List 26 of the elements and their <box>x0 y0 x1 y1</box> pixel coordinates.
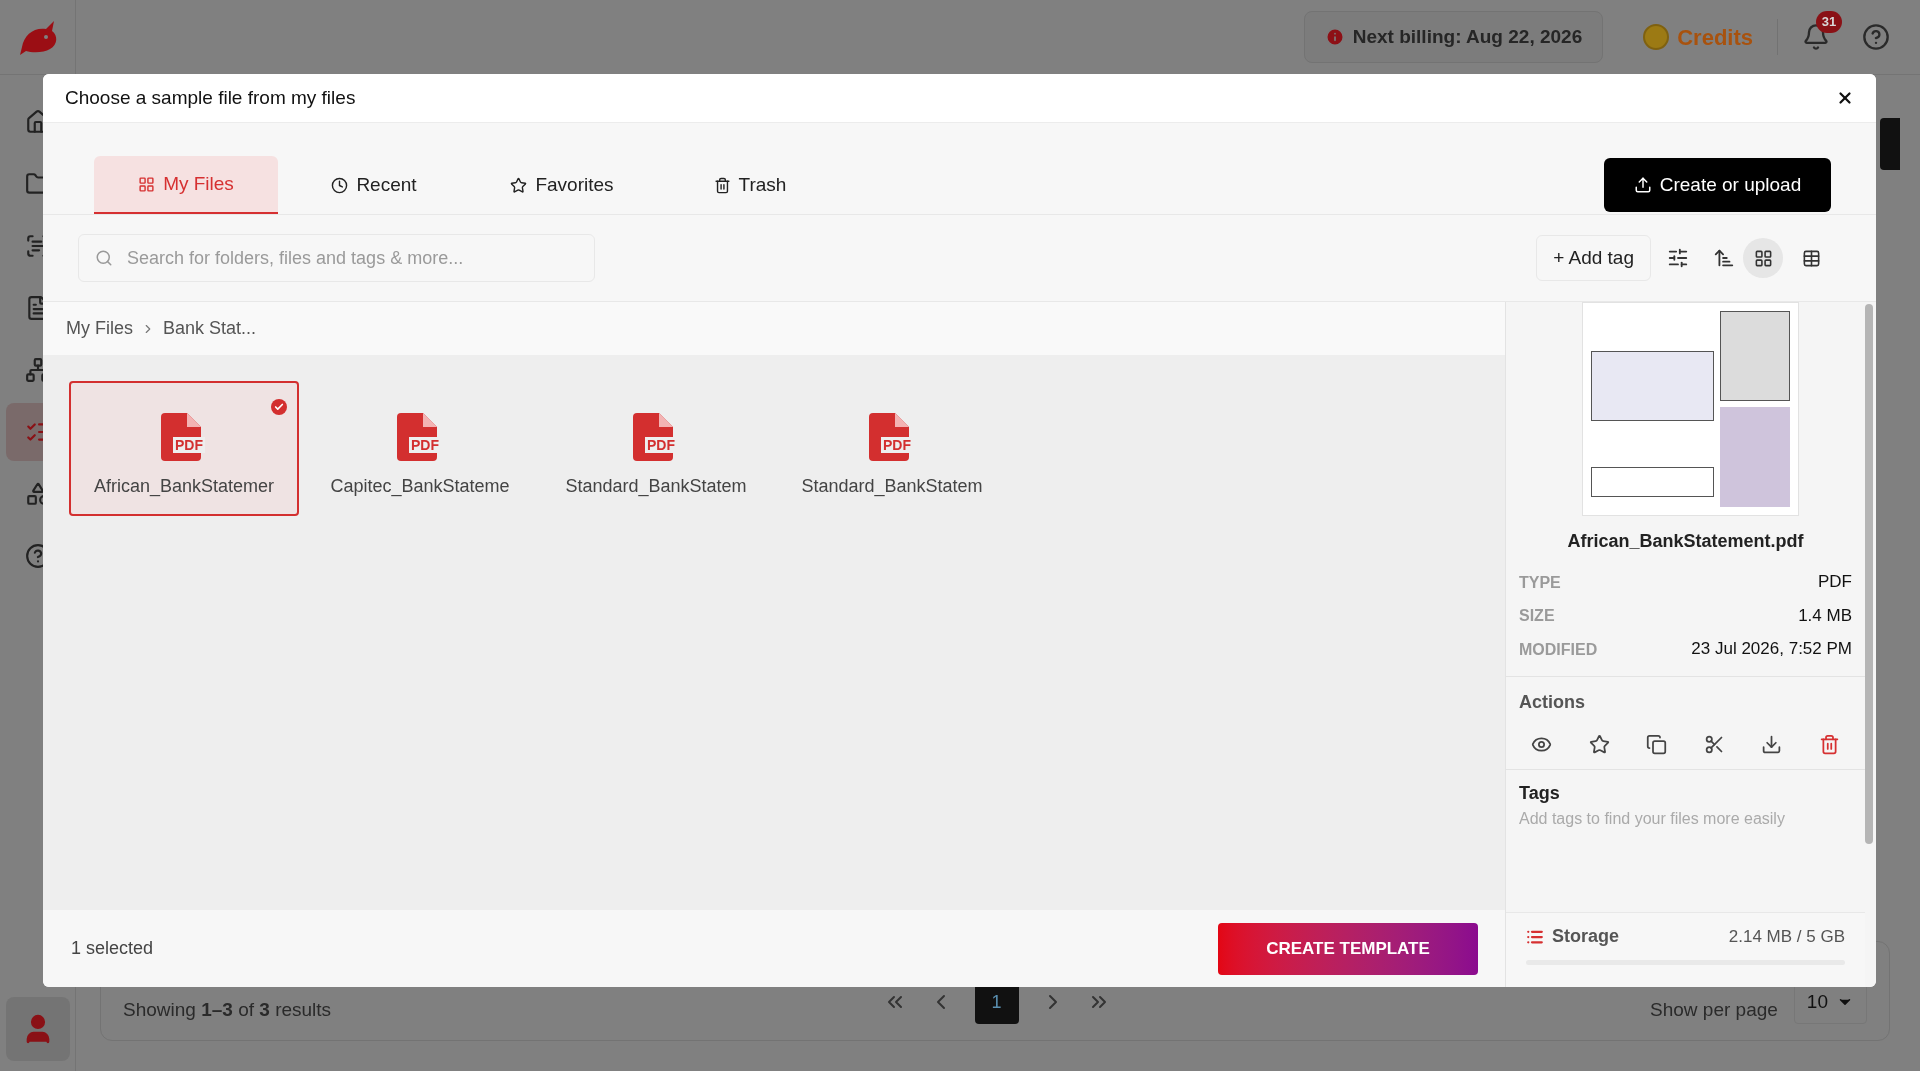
property-label: TYPE <box>1519 572 1561 593</box>
actions-heading: Actions <box>1519 691 1585 712</box>
billing-text: Next billing: Aug 22, 2026 <box>1352 24 1583 49</box>
dialog-title: Choose a sample file from my files <box>65 85 356 110</box>
tags-heading: Tags <box>1519 781 1561 805</box>
file-type-label: PDF <box>173 437 205 453</box>
property-value: PDF <box>1818 571 1852 593</box>
per-page-label: Show per page <box>1650 997 1778 1022</box>
file-name: Capitec_BankStateme <box>330 475 510 499</box>
property-label: SIZE <box>1519 606 1555 626</box>
storage-usage: 2.14 MB / 5 GB <box>1728 925 1845 948</box>
file-name: Standard_BankStatem <box>565 475 747 499</box>
selection-count: 1 selected <box>71 937 154 960</box>
file-name: African_BankStatemer <box>93 475 275 499</box>
file-type-label: PDF <box>881 437 913 453</box>
results-summary: Showing 1–3 of 3 results <box>123 997 333 1022</box>
file-type-label: PDF <box>645 437 677 453</box>
notification-count-badge: 31 <box>1816 11 1842 33</box>
file-title: African_BankStatement.pdf <box>1567 530 1804 553</box>
property-value: 1.4 MB <box>1798 604 1852 627</box>
property-value: 23 Jul 2026, 7:52 PM <box>1691 638 1852 660</box>
file-name: Standard_BankStatem <box>801 475 983 499</box>
file-type-label: PDF <box>409 437 441 453</box>
property-label: MODIFIED <box>1519 639 1598 660</box>
tags-hint: Add tags to find your files more easily <box>1519 808 1786 829</box>
storage-label: Storage <box>1552 925 1620 948</box>
